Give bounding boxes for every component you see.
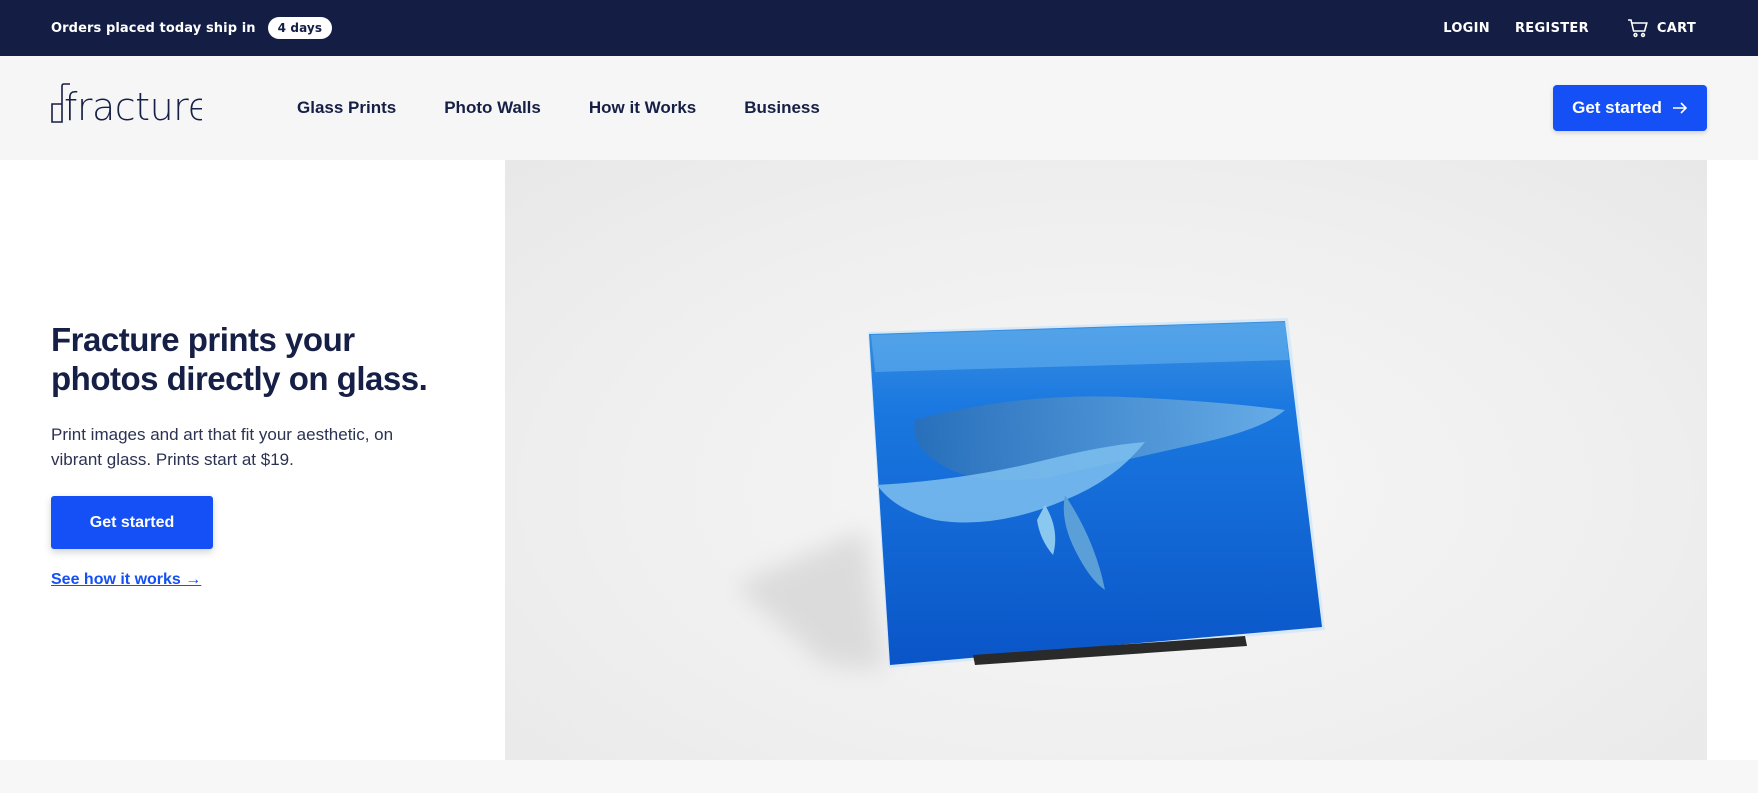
cart-icon [1627, 19, 1648, 38]
menu-item-photo-walls[interactable]: Photo Walls [444, 98, 541, 118]
cart-label: CART [1656, 20, 1696, 36]
menu-item-glass-prints[interactable]: Glass Prints [297, 98, 396, 118]
hero-subtext: Print images and art that fit your aesth… [51, 425, 394, 469]
hero-headline-line-1: Fracture prints your [51, 321, 355, 358]
next-section-band [0, 760, 1758, 793]
menu-item-business[interactable]: Business [744, 98, 820, 118]
shipping-text: Orders placed today ship in [51, 20, 256, 36]
logo-wordmark: fracture [64, 85, 202, 126]
glass-print-image [735, 318, 1325, 670]
hero-headline: Fracture prints your photos directly on … [51, 320, 471, 398]
fracture-logo-mark: fracture [51, 83, 202, 126]
shipping-notice: Orders placed today ship in 4 days [51, 0, 333, 56]
hero-headline-line-2: photos directly on glass. [51, 360, 428, 397]
cart-link[interactable]: CART [1627, 18, 1696, 38]
announcement-bar: Orders placed today ship in 4 days LOGIN… [0, 0, 1758, 56]
shipping-days-badge: 4 days [267, 17, 333, 39]
utility-nav: LOGIN REGISTER CART [1443, 0, 1696, 56]
login-link[interactable]: LOGIN [1443, 21, 1490, 36]
main-nav: fracture Glass Prints Photo Walls How it… [0, 56, 1758, 160]
see-how-it-works-link[interactable]: See how it works → [51, 571, 201, 589]
menu-item-how-it-works[interactable]: How it Works [589, 98, 696, 118]
register-link[interactable]: REGISTER [1515, 21, 1589, 36]
get-started-button-header[interactable]: Get started [1553, 85, 1707, 131]
get-started-button-hero[interactable]: Get started [51, 496, 213, 549]
arrow-right-icon [1672, 102, 1688, 114]
get-started-label: Get started [1572, 98, 1662, 117]
hero-image [505, 160, 1707, 760]
primary-menu: Glass Prints Photo Walls How it Works Bu… [297, 56, 868, 160]
fracture-logo[interactable]: fracture [50, 82, 202, 126]
